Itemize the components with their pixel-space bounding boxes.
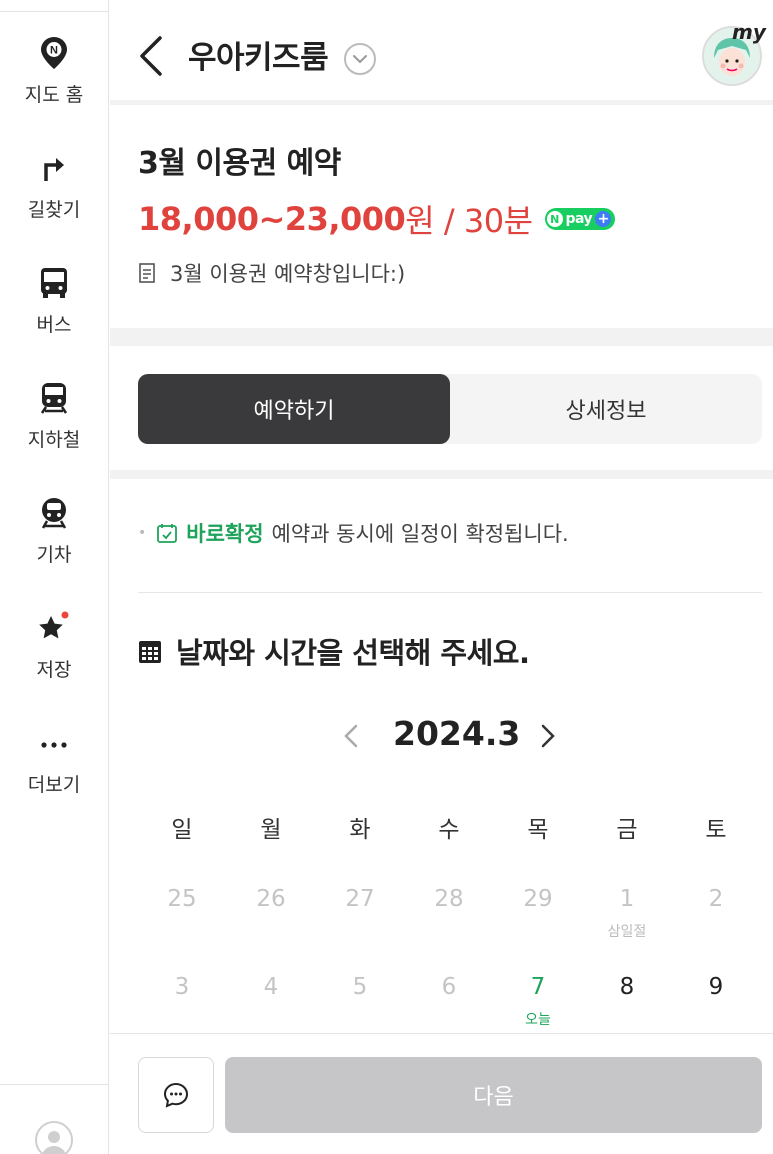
calendar-day: 26 <box>256 886 286 912</box>
document-icon <box>139 263 155 283</box>
section-divider <box>110 328 773 346</box>
sidebar-item-label: 지하철 <box>27 429 81 451</box>
next-button[interactable]: 다음 <box>225 1057 762 1133</box>
sidebar-item-label: 더보기 <box>27 774 81 796</box>
subway-icon <box>37 381 71 415</box>
content-divider <box>138 592 762 593</box>
weekday-label: 금 <box>616 817 638 843</box>
price: 18,000~23,000 원 / 30분 N pay + <box>138 196 616 242</box>
calendar-day: 5 <box>352 974 368 1000</box>
sidebar-item-saved[interactable]: 저장 <box>0 611 108 711</box>
calendar-heading-text: 날짜와 시간을 선택해 주세요. <box>176 636 530 670</box>
instant-confirm-label: 바로확정 <box>186 522 264 546</box>
calendar-day: 3 <box>174 974 190 1000</box>
today-label: 오늘 <box>525 1012 551 1028</box>
calendar-day: 1 <box>619 886 635 912</box>
sidebar-bottom-divider <box>0 1084 108 1085</box>
sidebar-item-directions[interactable]: 길찾기 <box>0 151 108 251</box>
sidebar-item-more[interactable]: 더보기 <box>0 726 108 826</box>
star-icon <box>37 611 71 645</box>
sidebar-item-map-home[interactable]: N 지도 홈 <box>0 36 108 136</box>
sidebar-item-label: 버스 <box>36 314 72 336</box>
back-button[interactable] <box>136 34 166 78</box>
calendar-day: 27 <box>345 886 375 912</box>
sidebar-item-label: 길찾기 <box>27 199 81 221</box>
sidebar-item-label: 기차 <box>36 544 72 566</box>
map-pin-n-icon: N <box>37 36 71 70</box>
calendar-day-today[interactable]: 7 <box>508 974 568 1000</box>
next-month-button[interactable] <box>535 718 559 754</box>
more-dots-icon <box>37 726 71 760</box>
page-title: 우아키즈룸 <box>188 40 329 76</box>
svg-text:N: N <box>50 45 58 57</box>
sidebar-item-label: 지도 홈 <box>24 84 84 106</box>
bus-icon <box>37 266 71 300</box>
calendar-day[interactable]: 9 <box>686 974 746 1000</box>
calendar-day: 2 <box>708 886 724 912</box>
weekday-label: 일 <box>171 817 193 843</box>
calendar-day: 4 <box>263 974 279 1000</box>
chevron-left-icon <box>344 724 358 748</box>
user-profile-icon[interactable] <box>35 1121 73 1154</box>
calendar-day: 28 <box>434 886 464 912</box>
calendar-day: 25 <box>167 886 197 912</box>
sidebar-item-train[interactable]: 기차 <box>0 496 108 596</box>
calendar-day: 29 <box>523 886 553 912</box>
weekday-label: 화 <box>349 817 371 843</box>
weekday-label: 월 <box>260 817 282 843</box>
sidebar-item-bus[interactable]: 버스 <box>0 266 108 366</box>
chevron-down-icon[interactable] <box>344 43 376 75</box>
product-notice: 3월 이용권 예약창입니다:) <box>138 258 405 288</box>
plus-icon: + <box>595 211 612 227</box>
weekday-label: 목 <box>527 817 549 843</box>
product-title: 3월 이용권 예약 <box>138 146 341 181</box>
weekday-label: 수 <box>438 817 460 843</box>
directions-arrow-icon <box>37 151 71 185</box>
notice-text: 3월 이용권 예약창입니다:) <box>170 262 406 286</box>
calendar-month: 2024.3 <box>393 714 521 753</box>
price-unit: 원 / 30분 <box>405 202 533 240</box>
tabs-divider <box>110 470 773 479</box>
chevron-right-icon <box>541 724 555 748</box>
header: 우아키즈룸 my <box>110 0 773 100</box>
sidebar: N 지도 홈 길찾기 버스 지하철 기차 저장 더보기 <box>0 0 109 1154</box>
calendar-day[interactable]: 8 <box>597 974 657 1000</box>
header-divider <box>110 100 773 105</box>
bullet-dot: • <box>138 525 147 541</box>
my-label: my <box>732 20 766 44</box>
calendar-day: 6 <box>441 974 457 1000</box>
instant-confirm-notice: • 바로확정 예약과 동시에 일정이 확정됩니다. <box>138 518 569 548</box>
sidebar-top-divider <box>0 11 108 12</box>
sidebar-item-label: 저장 <box>36 659 72 681</box>
instant-confirm-text: 예약과 동시에 일정이 확정됩니다. <box>271 522 569 546</box>
train-icon <box>37 496 71 530</box>
chat-button[interactable] <box>138 1057 214 1133</box>
bottom-action-bar: 다음 <box>110 1033 773 1154</box>
calendar-icon <box>139 641 161 663</box>
tab-reserve[interactable]: 예약하기 <box>138 374 450 444</box>
calendar-check-icon <box>157 524 178 543</box>
weekday-label: 토 <box>705 817 727 843</box>
calendar-heading: 날짜와 시간을 선택해 주세요. <box>138 630 530 672</box>
holiday-label: 삼일절 <box>607 924 647 940</box>
tab-bar: 예약하기 상세정보 <box>138 374 762 444</box>
chevron-left-icon <box>140 36 162 76</box>
naver-n-icon: N <box>546 211 563 227</box>
npay-plus-badge: N pay + <box>544 208 616 230</box>
chat-bubble-icon <box>163 1082 189 1108</box>
main-panel: 우아키즈룸 my 3월 이용권 예약 18,000~23,000 원 / 30분… <box>110 0 773 1154</box>
npay-label: pay <box>565 211 593 227</box>
tab-details[interactable]: 상세정보 <box>450 374 762 444</box>
sidebar-item-subway[interactable]: 지하철 <box>0 381 108 481</box>
prev-month-button[interactable] <box>340 718 364 754</box>
price-amount: 18,000~23,000 <box>138 200 406 238</box>
